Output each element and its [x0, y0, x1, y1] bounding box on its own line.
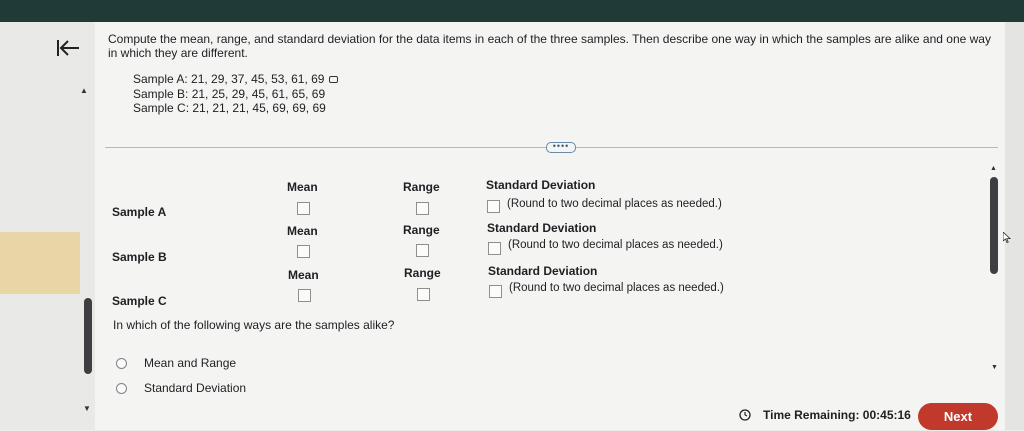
sample-c-label: Sample C: [112, 294, 167, 308]
option-mean-and-range[interactable]: Mean and Range: [116, 355, 236, 371]
clock-icon: [739, 409, 751, 421]
sample-b-sd-input[interactable]: [488, 242, 501, 255]
sample-data-a: Sample A: 21, 29, 37, 45, 53, 61, 69: [133, 72, 339, 87]
sd-header-a: Standard Deviation: [486, 178, 596, 192]
left-scroll-up-icon[interactable]: ▲: [80, 86, 88, 95]
time-remaining: Time Remaining: 00:45:16: [739, 408, 911, 422]
next-button[interactable]: Next: [918, 403, 998, 430]
sample-data-b: Sample B: 21, 25, 29, 45, 61, 65, 69: [133, 86, 326, 101]
sample-b-mean-input[interactable]: [297, 245, 310, 258]
mean-header-a: Mean: [287, 180, 318, 194]
sample-b-label: Sample B: [112, 250, 167, 264]
sample-a-label: Sample A: [112, 205, 167, 219]
sample-a-range-input[interactable]: [416, 202, 429, 215]
expand-more-button[interactable]: ••••: [546, 142, 576, 153]
range-header-c: Range: [404, 266, 441, 280]
option-label: Standard Deviation: [144, 381, 247, 395]
left-gutter: [0, 22, 95, 430]
top-bar: [0, 0, 1024, 22]
sample-a-round-note: (Round to two decimal places as needed.): [507, 198, 722, 210]
copy-data-icon[interactable]: [329, 76, 339, 84]
sample-c-sd-input[interactable]: [489, 285, 502, 298]
alike-question: In which of the following ways are the s…: [113, 318, 395, 332]
sample-c-mean-input[interactable]: [298, 289, 311, 302]
option-standard-deviation[interactable]: Standard Deviation: [116, 380, 246, 396]
mean-header-c: Mean: [288, 268, 319, 282]
left-scroll-down-icon[interactable]: ▼: [83, 404, 91, 413]
sd-header-c: Standard Deviation: [488, 264, 598, 278]
mean-header-b: Mean: [287, 224, 318, 238]
range-header-b: Range: [403, 223, 440, 237]
right-scrollbar[interactable]: [990, 177, 998, 274]
sample-c-range-input[interactable]: [417, 288, 430, 301]
side-panel-highlight: [0, 232, 80, 294]
option-label: Mean and Range: [144, 356, 237, 370]
back-to-start-icon[interactable]: [55, 38, 81, 58]
sample-b-round-note: (Round to two decimal places as needed.): [508, 239, 723, 251]
sample-data-list: Sample A: 21, 29, 37, 45, 53, 61, 69 Sam…: [133, 72, 339, 116]
question-text: Compute the mean, range, and standard de…: [108, 32, 991, 60]
sample-a-sd-input[interactable]: [487, 200, 500, 213]
mouse-cursor-icon: [1003, 232, 1011, 243]
time-remaining-label: Time Remaining: 00:45:16: [763, 408, 911, 422]
radio-button[interactable]: [116, 382, 127, 394]
left-scrollbar[interactable]: [84, 298, 92, 374]
sample-a-mean-input[interactable]: [297, 202, 310, 215]
range-header-a: Range: [403, 180, 440, 194]
sample-b-range-input[interactable]: [416, 244, 429, 257]
radio-button[interactable]: [116, 357, 127, 369]
sd-header-b: Standard Deviation: [487, 221, 597, 235]
sample-data-a-text: Sample A: 21, 29, 37, 45, 53, 61, 69: [133, 72, 325, 86]
right-gutter: [1005, 22, 1024, 430]
sample-c-round-note: (Round to two decimal places as needed.): [509, 282, 724, 294]
sample-data-c: Sample C: 21, 21, 21, 45, 69, 69, 69: [133, 101, 326, 115]
right-scroll-up-icon[interactable]: ▲: [990, 165, 997, 172]
right-scroll-down-icon[interactable]: ▼: [991, 364, 998, 371]
